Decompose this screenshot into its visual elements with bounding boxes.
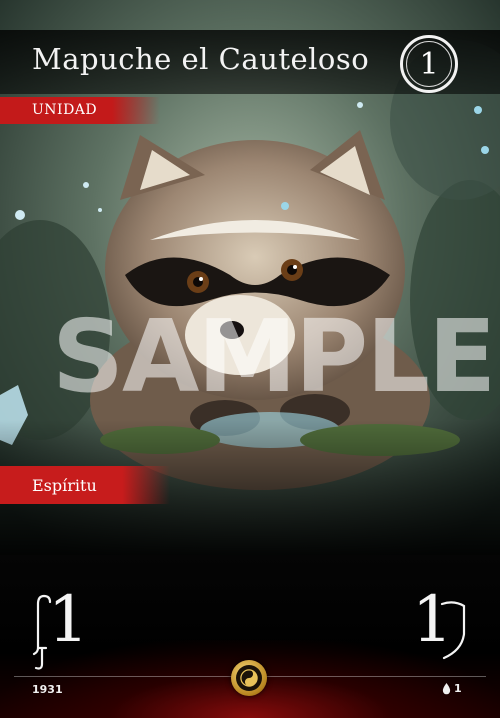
shield-icon (440, 601, 466, 660)
card-number: 1931 (32, 683, 63, 696)
card-type: UNIDAD (32, 102, 98, 118)
attack-value: 1 (48, 583, 89, 657)
rarity: 1 (442, 682, 462, 695)
sample-watermark: SAMPLE (52, 298, 496, 415)
rarity-value: 1 (454, 682, 462, 695)
card-subtype: Espíritu (32, 476, 97, 495)
card-name: Mapuche el Cauteloso (32, 42, 370, 76)
cost-value: 1 (406, 41, 452, 87)
game-card[interactable]: SAMPLE Mapuche el Cauteloso 1 UNIDAD Esp… (0, 0, 500, 718)
drop-icon (442, 682, 451, 694)
cost-badge: 1 (400, 35, 458, 93)
yin-yang-medal-icon (231, 660, 267, 696)
